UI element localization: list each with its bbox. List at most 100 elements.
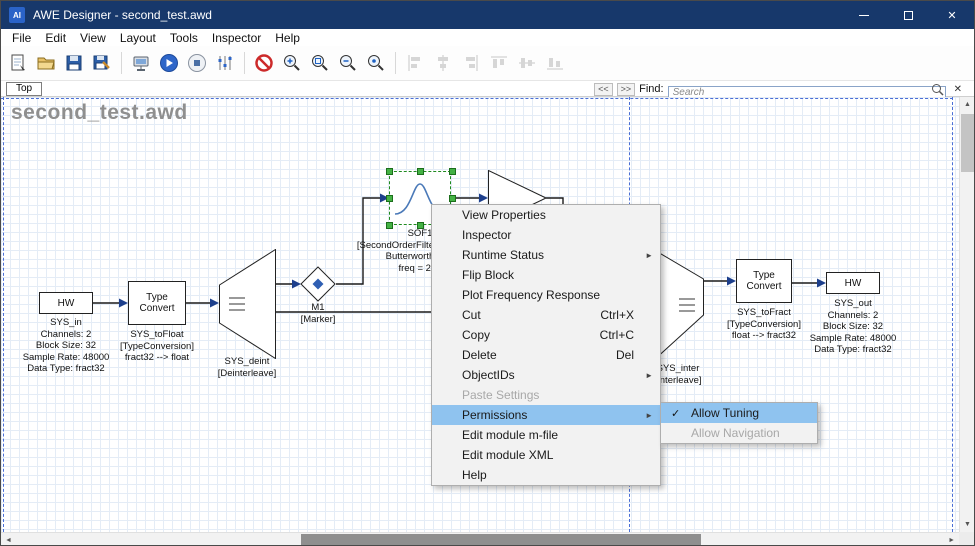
minimize-button[interactable] xyxy=(842,1,886,29)
block-prop: Data Type: fract32 xyxy=(1,363,131,375)
align-middle-icon xyxy=(517,53,537,73)
menu-view[interactable]: View xyxy=(73,29,113,46)
block-type-label: Type Convert xyxy=(136,292,178,314)
menu-item-help[interactable]: Help xyxy=(432,465,660,485)
menu-item-copy[interactable]: CopyCtrl+C xyxy=(432,325,660,345)
scroll-left-button[interactable]: ◄ xyxy=(1,533,16,546)
stop-button[interactable] xyxy=(184,50,210,76)
find-next-button[interactable]: >> xyxy=(617,83,636,96)
submenu-arrow-icon: ► xyxy=(645,251,653,260)
selection-handle[interactable] xyxy=(449,168,456,175)
menu-file[interactable]: File xyxy=(5,29,38,46)
open-button[interactable] xyxy=(33,50,59,76)
menu-item-inspector[interactable]: Inspector xyxy=(432,225,660,245)
menu-item-runtime-status[interactable]: Runtime Status► xyxy=(432,245,660,265)
search-icon xyxy=(931,83,944,96)
menu-item-permissions[interactable]: Permissions► xyxy=(432,405,660,425)
align-left-button[interactable] xyxy=(402,50,428,76)
block-sys-out-caption: SYS_out Channels: 2 Block Size: 32 Sampl… xyxy=(788,298,918,356)
menu-item-delete[interactable]: DeleteDel xyxy=(432,345,660,365)
save-icon xyxy=(64,53,84,73)
save-button[interactable] xyxy=(61,50,87,76)
menu-item-plot-frequency-response[interactable]: Plot Frequency Response xyxy=(432,285,660,305)
zoom-reset-button[interactable] xyxy=(363,50,389,76)
selection-handle[interactable] xyxy=(417,168,424,175)
block-m1[interactable] xyxy=(300,266,336,302)
block-sys-deint-caption: SYS_deint [Deinterleave] xyxy=(187,356,307,379)
tab-bar: Top << >> Find: ✕ xyxy=(1,81,974,97)
menu-bar: File Edit View Layout Tools Inspector He… xyxy=(1,29,974,46)
connect-target-icon xyxy=(131,53,151,73)
tab-top[interactable]: Top xyxy=(6,82,42,96)
menu-item-objectids[interactable]: ObjectIDs► xyxy=(432,365,660,385)
align-right-icon xyxy=(461,53,481,73)
zoom-in-button[interactable] xyxy=(279,50,305,76)
menu-item-edit-module-m-file[interactable]: Edit module m-file xyxy=(432,425,660,445)
new-design-button[interactable] xyxy=(5,50,31,76)
align-top-button[interactable] xyxy=(486,50,512,76)
horizontal-scroll-thumb[interactable] xyxy=(301,534,701,546)
run-button[interactable] xyxy=(156,50,182,76)
menu-item-label: Edit module XML xyxy=(462,448,553,462)
maximize-button[interactable] xyxy=(886,1,930,29)
menu-item-label: Plot Frequency Response xyxy=(462,288,600,302)
block-sys-tofloat[interactable]: Type Convert xyxy=(128,281,186,325)
block-type-label: Type Convert xyxy=(743,270,785,292)
vertical-scrollbar[interactable]: ▲ ▼ xyxy=(959,97,974,532)
zoom-region-button[interactable] xyxy=(307,50,333,76)
menu-item-cut[interactable]: CutCtrl+X xyxy=(432,305,660,325)
title-bar: AI AWE Designer - second_test.awd ✕ xyxy=(1,1,974,29)
scroll-down-button[interactable]: ▼ xyxy=(960,517,975,532)
menu-item-edit-module-xml[interactable]: Edit module XML xyxy=(432,445,660,465)
align-center-button[interactable] xyxy=(430,50,456,76)
submenu-arrow-icon: ► xyxy=(645,371,653,380)
menu-help[interactable]: Help xyxy=(268,29,307,46)
close-icon: ✕ xyxy=(947,9,956,22)
block-name: SYS_toFloat xyxy=(97,329,217,341)
block-prop: Data Type: fract32 xyxy=(788,344,918,356)
permissions-submenu: ✓Allow Tuning Allow Navigation xyxy=(660,402,818,444)
app-window: AI AWE Designer - second_test.awd ✕ File… xyxy=(0,0,975,546)
block-sys-tofract[interactable]: Type Convert xyxy=(736,259,792,303)
menu-item-view-properties[interactable]: View Properties xyxy=(432,205,660,225)
halt-audio-button[interactable] xyxy=(251,50,277,76)
block-sys-in[interactable]: HW xyxy=(39,292,93,314)
minimize-icon xyxy=(859,15,869,16)
audio-pipeline-button[interactable] xyxy=(212,50,238,76)
menu-inspector[interactable]: Inspector xyxy=(205,29,268,46)
align-right-button[interactable] xyxy=(458,50,484,76)
scroll-right-button[interactable]: ► xyxy=(944,533,959,546)
zoom-out-button[interactable] xyxy=(335,50,361,76)
block-sys-deint[interactable] xyxy=(219,249,276,359)
open-folder-icon xyxy=(36,53,56,73)
menu-layout[interactable]: Layout xyxy=(113,29,163,46)
find-prev-button[interactable]: << xyxy=(594,83,613,96)
block-prop: [TypeConversion] xyxy=(97,341,217,353)
no-entry-icon xyxy=(254,53,274,73)
new-design-icon xyxy=(8,53,28,73)
zoom-region-icon xyxy=(310,53,330,73)
vertical-scroll-thumb[interactable] xyxy=(961,114,974,172)
menu-edit[interactable]: Edit xyxy=(38,29,73,46)
close-button[interactable]: ✕ xyxy=(930,1,974,29)
menu-tools[interactable]: Tools xyxy=(163,29,205,46)
connect-target-button[interactable] xyxy=(128,50,154,76)
block-prop: Channels: 2 xyxy=(788,310,918,322)
align-bottom-button[interactable] xyxy=(542,50,568,76)
selection-handle[interactable] xyxy=(386,168,393,175)
horizontal-scrollbar[interactable]: ◄ ► xyxy=(1,532,959,546)
selection-handle[interactable] xyxy=(449,195,456,202)
selection-handle[interactable] xyxy=(386,195,393,202)
submenu-item-allow-tuning[interactable]: ✓ Allow Tuning xyxy=(661,403,817,423)
align-middle-button[interactable] xyxy=(514,50,540,76)
context-menu: View Properties Inspector Runtime Status… xyxy=(431,204,661,486)
block-sys-out[interactable]: HW xyxy=(826,272,880,294)
check-icon: ✓ xyxy=(671,407,680,420)
block-name: SYS_deint xyxy=(187,356,307,368)
find-close-button[interactable]: ✕ xyxy=(950,84,966,95)
save-as-button[interactable] xyxy=(89,50,115,76)
scroll-up-button[interactable]: ▲ xyxy=(960,97,975,112)
design-canvas[interactable]: second_test.awd HW SYS_ xyxy=(1,97,959,532)
menu-item-label: Allow Tuning xyxy=(691,406,759,420)
menu-item-flip-block[interactable]: Flip Block xyxy=(432,265,660,285)
